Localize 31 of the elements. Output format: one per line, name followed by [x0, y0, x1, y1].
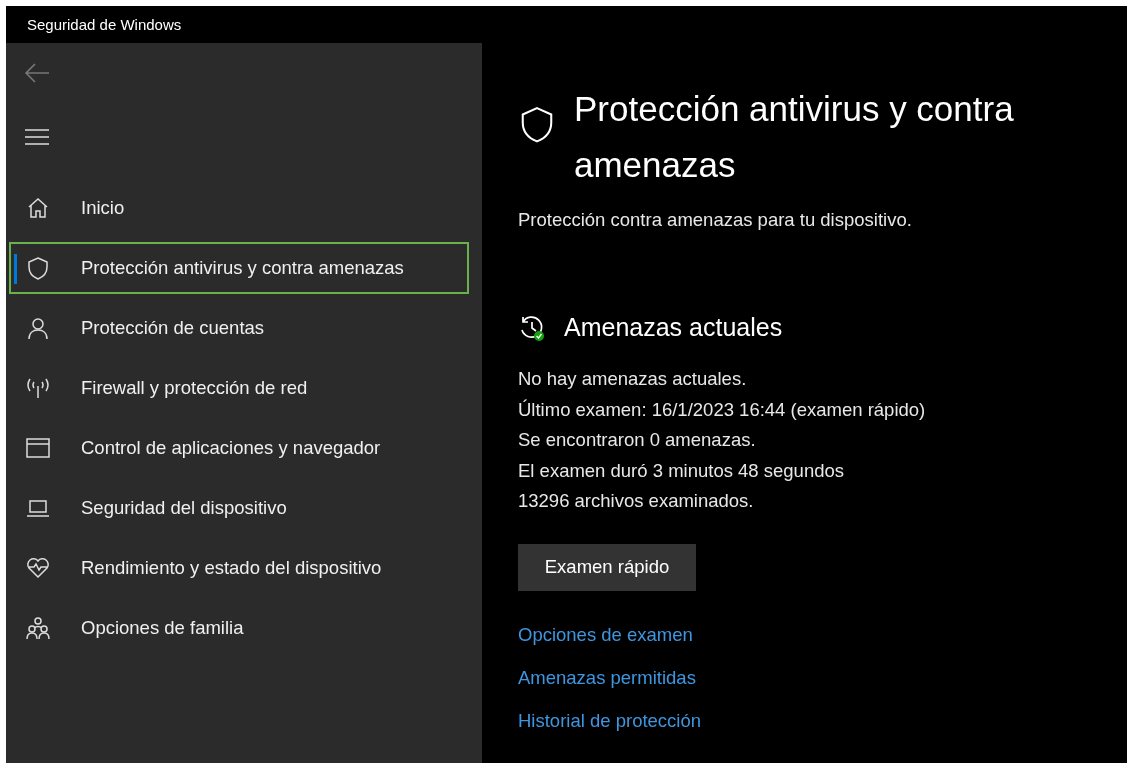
- shield-icon: [26, 256, 50, 280]
- sidebar-item[interactable]: Inicio: [9, 182, 469, 234]
- home-icon: [26, 196, 50, 220]
- window-icon: [26, 436, 50, 460]
- antenna-icon: [26, 376, 50, 400]
- page-title: Protección antivirus y contra amenazas: [574, 88, 1015, 186]
- sidebar-item[interactable]: Firewall y protección de red: [9, 362, 469, 414]
- menu-icon[interactable]: [25, 129, 49, 145]
- sidebar-item[interactable]: Protección de cuentas: [9, 302, 469, 354]
- link[interactable]: Historial de protección: [518, 709, 702, 732]
- quick-scan-button[interactable]: Examen rápido: [518, 543, 696, 591]
- section-title: Amenazas actuales: [564, 313, 783, 342]
- status-text: El examen duró 3 minutos 48 segundos: [518, 458, 845, 483]
- sidebar-item[interactable]: Protección antivirus y contra amenazas: [9, 242, 469, 294]
- back-arrow-icon[interactable]: [24, 62, 50, 84]
- family-icon: [26, 616, 50, 640]
- sidebar-item[interactable]: Control de aplicaciones y navegador: [9, 422, 469, 474]
- person-icon: [26, 316, 50, 340]
- status-text: Último examen: 16/1/2023 16:44 (examen rápido): [518, 397, 927, 422]
- sidebar-item[interactable]: Rendimiento y estado del dispositivo: [9, 542, 469, 594]
- heart-icon: [26, 556, 50, 580]
- link[interactable]: Amenazas permitidas: [518, 666, 696, 689]
- status-text: 13296 archivos examinados.: [518, 489, 755, 514]
- window-title: Seguridad de Windows: [27, 16, 182, 33]
- page-subtitle: Protección contra amenazas para tu dispositivo.: [518, 209, 913, 231]
- status-text: No hay amenazas actuales.: [518, 367, 748, 391]
- link[interactable]: Opciones de examen: [518, 623, 693, 646]
- status-text: Se encontraron 0 amenazas.: [518, 428, 757, 453]
- sidebar-item[interactable]: Seguridad del dispositivo: [9, 482, 469, 534]
- history-check-icon: [518, 313, 546, 342]
- sidebar-item[interactable]: Opciones de familia: [9, 602, 469, 654]
